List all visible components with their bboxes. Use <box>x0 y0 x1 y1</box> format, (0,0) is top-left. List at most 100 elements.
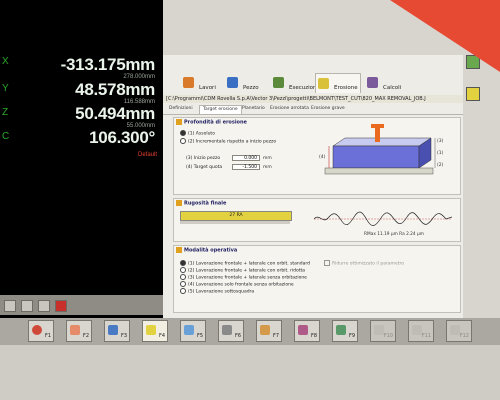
checkbox-icon <box>324 260 330 266</box>
toolbar-btn-1[interactable] <box>4 300 16 312</box>
fkey-f9[interactable]: F9 <box>332 320 358 342</box>
fkey-label: F10 <box>383 333 393 339</box>
f12-icon <box>450 325 460 335</box>
fkey-f7[interactable]: F7 <box>256 320 282 342</box>
main-window: Lavori Pezzo Esecuzione Erosione Calcoli… <box>163 55 463 318</box>
mode-option-3[interactable]: (3) Lavorazione frontale + laterale senz… <box>180 274 307 281</box>
mode-option-4[interactable]: (4) Lavorazione solo frontale senza orbi… <box>180 281 294 288</box>
tab-erosione[interactable]: Erosione <box>315 73 361 93</box>
mode-option-label: (2) Lavorazione frontale + laterale con … <box>188 268 306 274</box>
depth-icon <box>176 119 182 125</box>
subtab-erosione-grave[interactable]: Erosione grave <box>311 105 345 113</box>
mode-option-label: (3) Lavorazione frontale + laterale senz… <box>188 275 307 281</box>
toolbar-btn-2[interactable] <box>21 300 33 312</box>
fkey-f10[interactable]: F10 <box>370 320 396 342</box>
tab-calcoli[interactable]: Calcoli <box>365 73 409 93</box>
radio-icon <box>180 138 186 144</box>
axis-y-label: Y <box>2 83 9 94</box>
toolbar-btn-4[interactable] <box>55 300 67 312</box>
axis-z-label: Z <box>2 107 9 118</box>
subtab-erosione-arrotata[interactable]: Erosione arrotata <box>270 105 309 113</box>
optimize-checkbox[interactable]: Ridurre ottimizzato il parametro <box>324 260 404 267</box>
f4-icon <box>146 325 156 335</box>
f5-icon <box>184 325 194 335</box>
inizio-pezzo-input[interactable]: 0.000 <box>232 155 260 161</box>
f7-icon <box>260 325 270 335</box>
target-quota-label: (4) Target quota <box>186 165 223 170</box>
unit-label: mm <box>263 165 272 170</box>
f6-icon <box>222 325 232 335</box>
fkey-label: F12 <box>459 333 469 339</box>
fkey-f5[interactable]: F5 <box>180 320 206 342</box>
fkey-label: F9 <box>348 333 355 339</box>
f10-icon <box>374 325 384 335</box>
fkey-label: F8 <box>310 333 317 339</box>
corner-accent <box>390 0 500 72</box>
depth-title: Profondità di erosione <box>176 119 247 126</box>
inizio-pezzo-label: (3) Inizio pezzo <box>186 156 221 161</box>
job-path: [C:\Programmi\CDM Rovella S.p.A\Vector 3… <box>163 95 463 103</box>
roughness-slider[interactable]: 27 RA <box>180 211 292 221</box>
target-quota-input[interactable]: -1.500 <box>232 164 260 170</box>
roughness-profile-graph <box>314 211 452 226</box>
dro-status: Default <box>137 152 157 158</box>
mode-option-5[interactable]: (5) Lavorazione sottosquadra <box>180 288 254 295</box>
fkey-f12[interactable]: F12 <box>446 320 472 342</box>
fkey-label: F3 <box>120 333 127 339</box>
radio-icon <box>180 267 186 273</box>
electrode-diagram: (4) (3) (1) (2) <box>319 124 444 175</box>
mode-option-1[interactable]: (1) Lavorazione frontale + laterale con … <box>180 260 310 267</box>
fkey-label: F7 <box>272 333 279 339</box>
fkey-label: F6 <box>234 333 241 339</box>
fkey-f6[interactable]: F6 <box>218 320 244 342</box>
document-icon[interactable] <box>466 87 480 101</box>
mode-option-2[interactable]: (2) Lavorazione frontale + laterale con … <box>180 267 305 274</box>
depth-option-incremental[interactable]: (2) Incrementale rispetto a inizio pezzo <box>180 138 276 145</box>
radio-icon <box>180 274 186 280</box>
roughness-icon <box>176 200 182 206</box>
depth-option-absolute[interactable]: (1) Assoluto <box>180 130 215 137</box>
diagram-label-3: (3) <box>437 138 444 144</box>
subtab-planetario[interactable]: Planetario <box>242 105 265 113</box>
bezel-bottom <box>0 345 500 400</box>
fkey-f1[interactable]: F1 <box>28 320 54 342</box>
radio-icon <box>180 281 186 287</box>
optimize-checkbox-label: Ridurre ottimizzato il parametro <box>332 261 404 267</box>
axis-c-label: C <box>2 131 10 142</box>
fkey-label: F5 <box>196 333 203 339</box>
tab-esecuzione[interactable]: Esecuzione <box>271 73 320 93</box>
tab-label: Pezzo <box>243 85 259 91</box>
roughness-panel: Rugosità finale 27 RA RMax 11.19 µm Ra 2… <box>173 198 461 242</box>
dro-value-z: 50.494mm <box>75 104 155 123</box>
fkey-f4[interactable]: F4 <box>142 320 168 342</box>
fkey-f11[interactable]: F11 <box>408 320 434 342</box>
toolbar-btn-3[interactable] <box>38 300 50 312</box>
mode-option-label: (5) Lavorazione sottosquadra <box>188 289 255 295</box>
tab-lavori[interactable]: Lavori <box>181 73 223 93</box>
subtab-target-erosione[interactable]: Target erosione <box>199 105 242 114</box>
operative-title-text: Modalità operativa <box>184 247 238 254</box>
radio-icon <box>180 288 186 294</box>
tab-label: Erosione <box>334 85 358 91</box>
esecuzione-icon <box>273 77 284 88</box>
lavori-icon <box>183 77 194 88</box>
fkey-f2[interactable]: F2 <box>66 320 92 342</box>
tab-label: Calcoli <box>383 85 402 91</box>
dro-panel: X -313.175mm 278.000mm Y 48.578mm 116.58… <box>0 0 163 318</box>
function-key-bar: F1 F2 F3 F4 F5 F6 F7 F8 F9 F10 F11 F12 <box>0 318 500 345</box>
subtab-definizioni[interactable]: Definizioni <box>169 105 193 113</box>
depth-option-label: (1) Assoluto <box>188 131 215 137</box>
dro-value-y: 48.578mm <box>75 80 155 99</box>
depth-panel: Profondità di erosione (1) Assoluto (2) … <box>173 117 461 195</box>
f9-icon <box>336 325 346 335</box>
fkey-f3[interactable]: F3 <box>104 320 130 342</box>
mode-option-label: (4) Lavorazione solo frontale senza orbi… <box>188 282 294 288</box>
calcoli-icon <box>367 77 378 88</box>
dro-toolbar <box>0 295 163 315</box>
tab-pezzo[interactable]: Pezzo <box>225 73 269 93</box>
radio-icon <box>180 260 186 266</box>
operative-title: Modalità operativa <box>176 247 237 254</box>
hand-icon <box>70 325 80 335</box>
roughness-readout: RMax 11.19 µm Ra 2.24 µm <box>364 232 424 237</box>
fkey-f8[interactable]: F8 <box>294 320 320 342</box>
